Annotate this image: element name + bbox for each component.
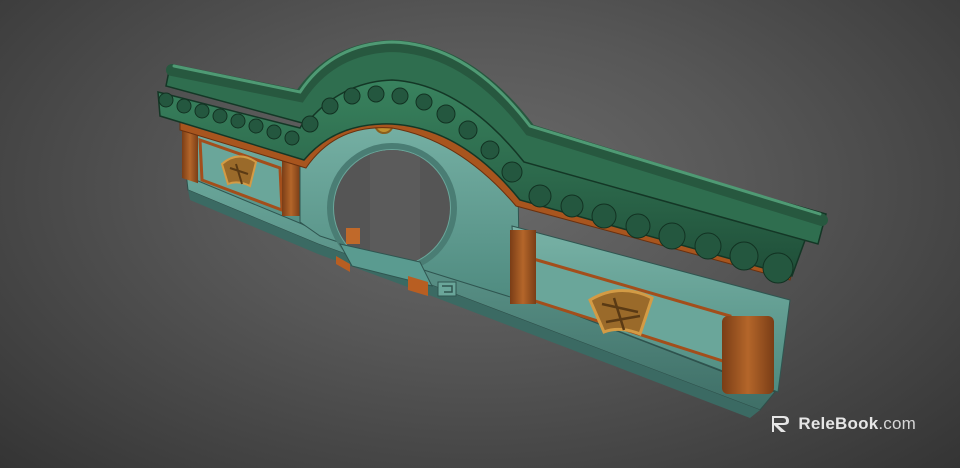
watermark-brand: ReleBook bbox=[798, 414, 879, 433]
relebook-logo-icon bbox=[772, 416, 790, 432]
relebook-watermark: ReleBook.com bbox=[770, 412, 916, 436]
gate-corner-ornament bbox=[437, 281, 457, 297]
watermark-domain: .com bbox=[878, 414, 916, 433]
model-viewport[interactable]: ReleBook.com bbox=[0, 0, 960, 468]
left-fan-window bbox=[220, 155, 258, 188]
moon-gate-wall-model bbox=[157, 39, 828, 418]
